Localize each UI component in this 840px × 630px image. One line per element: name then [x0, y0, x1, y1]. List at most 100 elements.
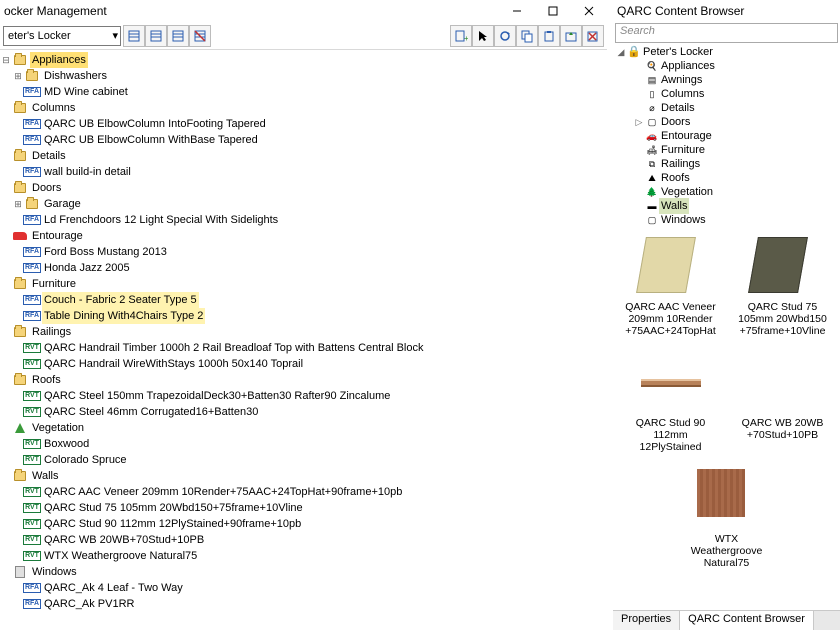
- category-row[interactable]: ·▯Columns: [615, 87, 838, 101]
- thumb-item[interactable]: QARC AAC Veneer209mm 10Render+75AAC+24To…: [625, 237, 717, 337]
- tree-row[interactable]: ·RFAHonda Jazz 2005: [0, 260, 607, 276]
- tree-row[interactable]: ·Railings: [0, 324, 607, 340]
- category-row[interactable]: ·🛋Furniture: [615, 143, 838, 157]
- tree-row[interactable]: ·Columns: [0, 100, 607, 116]
- window-title: ocker Management: [4, 4, 495, 18]
- category-row[interactable]: ·🌲Vegetation: [615, 185, 838, 199]
- tree-row[interactable]: ·Walls: [0, 468, 607, 484]
- tree-row[interactable]: ·RFAMD Wine cabinet: [0, 84, 607, 100]
- category-row[interactable]: ·▤Awnings: [615, 73, 838, 87]
- tree-row[interactable]: ·Details: [0, 148, 607, 164]
- expand-icon[interactable]: ⊞: [12, 68, 24, 84]
- thumb-preview: [641, 353, 701, 413]
- footer-tab[interactable]: Properties: [613, 611, 680, 630]
- expand-icon[interactable]: ⊞: [12, 196, 24, 212]
- tree-row[interactable]: ·Windows: [0, 564, 607, 580]
- tree-row[interactable]: ·RFACouch - Fabric 2 Seater Type 5: [0, 292, 607, 308]
- tree-row[interactable]: ·RVTQARC Stud 75 105mm 20Wbd150+75frame+…: [0, 500, 607, 516]
- tree-row[interactable]: ⊞Garage: [0, 196, 607, 212]
- view-medium-button[interactable]: [145, 25, 167, 47]
- tree-row[interactable]: ·RVTQARC WB 20WB+70Stud+10PB: [0, 532, 607, 548]
- select-button[interactable]: [472, 25, 494, 47]
- tree-row[interactable]: ·Vegetation: [0, 420, 607, 436]
- tree-row[interactable]: ·RVTWTX Weathergroove Natural75: [0, 548, 607, 564]
- refresh-button[interactable]: [494, 25, 516, 47]
- view-large-button[interactable]: [167, 25, 189, 47]
- thumb-item[interactable]: QARC Stud 90112mm12PlyStained: [625, 353, 717, 453]
- footer-tab[interactable]: QARC Content Browser: [680, 611, 814, 630]
- tree-row[interactable]: ·RFAQARC_Ak 4 Leaf - Two Way: [0, 580, 607, 596]
- tree-row[interactable]: ·RVTQARC Steel 150mm TrapezoidalDeck30+B…: [0, 388, 607, 404]
- left-toolbar: eter's Locker ▾ +: [0, 22, 607, 50]
- tree-label: Honda Jazz 2005: [42, 260, 132, 276]
- tree-row[interactable]: ·RFATable Dining With4Chairs Type 2: [0, 308, 607, 324]
- tree-row[interactable]: ·Furniture: [0, 276, 607, 292]
- category-row[interactable]: ·⧉Railings: [615, 157, 838, 171]
- tree-row[interactable]: ⊞Dishwashers: [0, 68, 607, 84]
- tree-label: QARC Steel 150mm TrapezoidalDeck30+Batte…: [42, 388, 392, 404]
- thumb-item[interactable]: QARC Stud 75105mm 20Wbd150+75frame+10Vli…: [737, 237, 829, 337]
- category-row[interactable]: ·🚗Entourage: [615, 129, 838, 143]
- root-node[interactable]: ◢🔒Peter's Locker: [615, 45, 838, 59]
- tree-label: Walls: [30, 468, 60, 484]
- category-row[interactable]: ·⛰Roofs: [615, 171, 838, 185]
- thumb-preview: [641, 237, 701, 297]
- tree-label: Entourage: [30, 228, 85, 244]
- delete-x-button[interactable]: [582, 25, 604, 47]
- tree-row[interactable]: ·RVTQARC Steel 46mm Corrugated16+Batten3…: [0, 404, 607, 420]
- tree-row[interactable]: ·RVTQARC Handrail WireWithStays 1000h 50…: [0, 356, 607, 372]
- collapse-icon[interactable]: ⊟: [0, 52, 12, 68]
- view-list-button[interactable]: [123, 25, 145, 47]
- locker-select[interactable]: eter's Locker ▾: [3, 26, 121, 46]
- thumb-caption: QARC WB 20WB+70Stud+10PB: [742, 417, 824, 441]
- tree-row[interactable]: ·Entourage: [0, 228, 607, 244]
- tree-label: QARC Handrail WireWithStays 1000h 50x140…: [42, 356, 305, 372]
- tree-row[interactable]: ·RFALd Frenchdoors 12 Light Special With…: [0, 212, 607, 228]
- category-tree[interactable]: ◢🔒Peter's Locker·🍳Appliances·▤Awnings·▯C…: [613, 45, 840, 227]
- tree-row[interactable]: ·RFAQARC UB ElbowColumn WithBase Tapered: [0, 132, 607, 148]
- thumb-item[interactable]: QARC WB 20WB+70Stud+10PB: [737, 353, 829, 453]
- locker-tree[interactable]: ⊟ Appliances⊞Dishwashers·RFAMD Wine cabin…: [0, 50, 607, 630]
- locker-select-value: eter's Locker: [8, 30, 71, 42]
- rfa-file-icon: RFA: [24, 213, 40, 227]
- tree-row[interactable]: ·Doors: [0, 180, 607, 196]
- tree-row[interactable]: ⊟ Appliances: [0, 52, 607, 68]
- thumb-caption: QARC Stud 75105mm 20Wbd150+75frame+10Vli…: [738, 301, 827, 337]
- tree-row[interactable]: ·RFAQARC_Ak PV1RR: [0, 596, 607, 612]
- content-browser-pane: QARC Content Browser Search ◢🔒Peter's Lo…: [613, 0, 840, 630]
- tree-row[interactable]: ·RVTQARC AAC Veneer 209mm 10Render+75AAC…: [0, 484, 607, 500]
- category-row[interactable]: ·⌀Details: [615, 101, 838, 115]
- copy-button[interactable]: [516, 25, 538, 47]
- tree-row[interactable]: ·RVTColorado Spruce: [0, 452, 607, 468]
- tree-row[interactable]: ·RFAQARC UB ElbowColumn IntoFooting Tape…: [0, 116, 607, 132]
- thumb-item[interactable]: WTXWeathergrooveNatural75: [681, 469, 773, 569]
- nav-up-button[interactable]: [560, 25, 582, 47]
- car-icon: [12, 229, 28, 243]
- collapse-icon[interactable]: ◢: [615, 44, 627, 60]
- tree-row[interactable]: ·RVTQARC Handrail Timber 1000h 2 Rail Br…: [0, 340, 607, 356]
- category-row[interactable]: ·🍳Appliances: [615, 59, 838, 73]
- tree-label: Doors: [30, 180, 63, 196]
- tree-row[interactable]: ·RFAFord Boss Mustang 2013: [0, 244, 607, 260]
- tree-row[interactable]: ·Roofs: [0, 372, 607, 388]
- tree-label: Table Dining With4Chairs Type 2: [42, 308, 205, 324]
- category-row[interactable]: ·▬Walls: [615, 199, 838, 213]
- close-button[interactable]: [575, 2, 603, 20]
- tree-label: Windows: [30, 564, 79, 580]
- thumb-caption: QARC Stud 90112mm12PlyStained: [636, 417, 705, 453]
- tree-row[interactable]: ·RVTQARC Stud 90 112mm 12PlyStained+90fr…: [0, 516, 607, 532]
- expand-icon[interactable]: ▷: [633, 114, 645, 130]
- tree-row[interactable]: ·RVTBoxwood: [0, 436, 607, 452]
- paste-button[interactable]: [538, 25, 560, 47]
- view-clear-button[interactable]: [189, 25, 211, 47]
- category-row[interactable]: ·▢Windows: [615, 213, 838, 227]
- search-input[interactable]: Search: [615, 23, 838, 43]
- category-row[interactable]: ▷▢Doors: [615, 115, 838, 129]
- add-button[interactable]: +: [450, 25, 472, 47]
- tree-row[interactable]: ·RFAwall build-in detail: [0, 164, 607, 180]
- rfa-file-icon: RFA: [24, 597, 40, 611]
- tree-label: Appliances: [30, 52, 88, 68]
- minimize-button[interactable]: [503, 2, 531, 20]
- maximize-button[interactable]: [539, 2, 567, 20]
- tree-label: Colorado Spruce: [42, 452, 129, 468]
